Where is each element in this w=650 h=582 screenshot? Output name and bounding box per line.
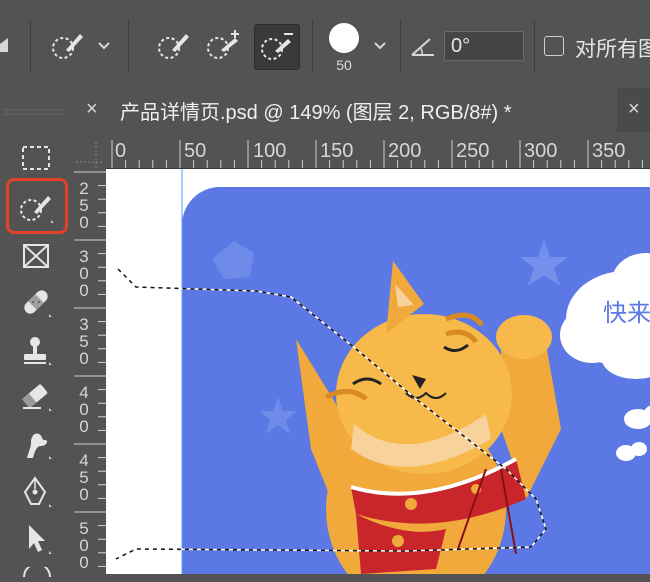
ruler-label-v: 250 [79, 179, 89, 232]
star-shape [520, 239, 568, 286]
document-tab-title[interactable]: 产品详情页.psd @ 149% (图层 2, RGB/8#) * [120, 96, 512, 125]
pentagon-shape [212, 241, 254, 279]
quick-selection-icon[interactable] [12, 186, 60, 230]
sample-all-layers-label: 对所有图 [575, 38, 650, 61]
star-shape [259, 397, 297, 434]
artwork [115, 169, 650, 574]
brush-size-value: 50 [336, 57, 352, 73]
bubble-text: 快来 [603, 300, 650, 327]
angle-input[interactable]: 0° [444, 31, 524, 61]
healing-brush-icon[interactable] [12, 280, 60, 324]
vertical-ruler[interactable]: 250 300 350 400 450 500 [72, 168, 107, 574]
toolbar-grip[interactable] [0, 104, 72, 124]
ruler-label-v: 500 [79, 519, 89, 572]
next-tool-icon[interactable] [20, 563, 60, 578]
cat-illustration [296, 261, 561, 574]
ruler-label: 250 [456, 140, 490, 162]
ruler-label: 50 [184, 140, 207, 162]
home-icon[interactable] [0, 30, 12, 60]
chevron-down-icon[interactable] [94, 36, 114, 56]
angle-icon [408, 32, 438, 60]
ruler-label: 200 [388, 140, 422, 162]
smudge-icon[interactable] [12, 422, 60, 466]
add-to-selection-brush-icon[interactable] [204, 28, 244, 64]
ruler-label: 0 [115, 140, 127, 162]
ruler-label-v: 300 [79, 247, 89, 300]
horizontal-ruler[interactable]: 0 50 100 150 200 250 300 350 [106, 138, 650, 169]
second-tab-close-button[interactable]: × [628, 98, 640, 121]
ruler-origin[interactable] [72, 138, 106, 168]
subtract-from-selection-brush-icon[interactable] [254, 24, 300, 70]
tab-close-button[interactable]: × [86, 98, 98, 121]
ruler-label: 100 [253, 140, 287, 162]
tool-preset-quick-selection-icon[interactable] [46, 28, 90, 64]
new-selection-brush-icon[interactable] [154, 28, 194, 64]
sample-all-layers-checkbox[interactable] [544, 36, 564, 56]
marquee-icon[interactable] [12, 136, 60, 180]
ruler-label-v: 400 [79, 383, 89, 436]
eraser-icon[interactable] [12, 374, 60, 418]
ruler-label: 300 [524, 140, 558, 162]
frame-icon[interactable] [12, 234, 60, 278]
brush-size-preview-icon[interactable] [326, 20, 362, 56]
ruler-label-v: 350 [79, 315, 89, 368]
cloud-bubble [560, 253, 650, 461]
options-bar: 50 0° 对所有图 [0, 0, 650, 89]
ruler-label: 350 [592, 140, 626, 162]
brush-options-chevron-icon[interactable] [370, 36, 390, 56]
document-canvas[interactable]: 快来 [106, 169, 650, 574]
move-arrow-icon[interactable] [12, 516, 60, 560]
ruler-label: 150 [320, 140, 354, 162]
pen-icon[interactable] [12, 470, 60, 514]
clone-stamp-icon[interactable] [12, 328, 60, 372]
ruler-label-v: 450 [79, 451, 89, 504]
